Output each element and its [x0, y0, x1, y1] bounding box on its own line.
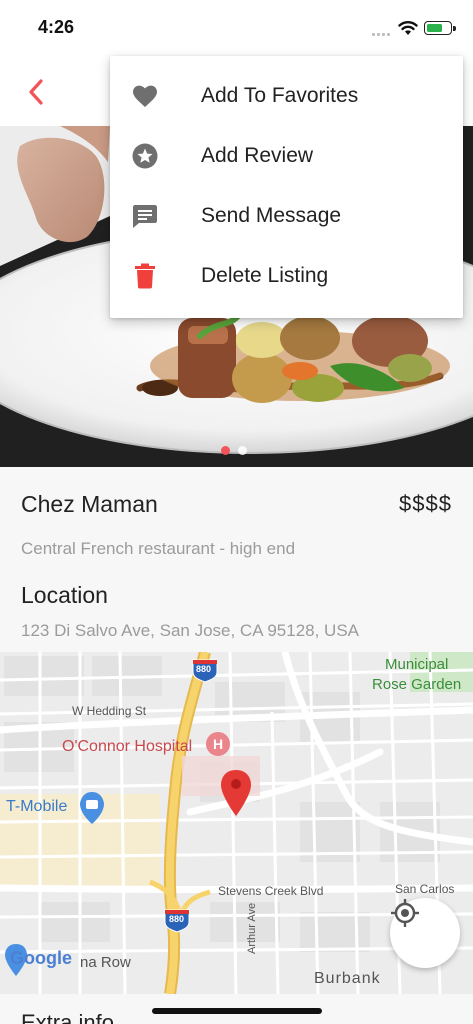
- svg-text:H: H: [213, 736, 223, 752]
- map-label-street: Stevens Creek Blvd: [218, 884, 324, 898]
- map-view[interactable]: H Municipal Rose Garden 880 W Hedding St…: [0, 652, 473, 994]
- menu-item-delete-listing[interactable]: Delete Listing: [110, 246, 463, 306]
- page-dot[interactable]: [238, 446, 247, 455]
- chevron-left-icon: [29, 79, 43, 105]
- map-label-street: San Carlos: [395, 882, 455, 896]
- menu-item-label: Send Message: [201, 204, 342, 227]
- message-icon: [132, 203, 158, 229]
- map-label-street: W Hedding St: [72, 704, 147, 718]
- map-label-tmobile: T-Mobile: [6, 798, 68, 815]
- signal-icon: [372, 30, 394, 36]
- menu-item-label: Add To Favorites: [201, 84, 359, 107]
- menu-item-add-review[interactable]: Add Review: [110, 126, 463, 186]
- menu-item-send-message[interactable]: Send Message: [110, 186, 463, 246]
- star-circle-icon: [132, 143, 158, 169]
- back-button[interactable]: [18, 74, 54, 110]
- map-label-hospital: O'Connor Hospital: [62, 738, 193, 755]
- my-location-button[interactable]: [390, 898, 460, 968]
- map-label-municipal: Municipal: [385, 656, 449, 673]
- map-label-neighborhood: Burbank: [314, 970, 381, 987]
- price-level: $$$$: [399, 491, 452, 516]
- heart-icon: [132, 83, 158, 109]
- listing-address: 123 Di Salvo Ave, San Jose, CA 95128, US…: [21, 621, 360, 640]
- map-label-street: Arthur Ave: [246, 902, 258, 954]
- google-logo: Google: [10, 948, 72, 968]
- wifi-icon: [398, 20, 418, 36]
- menu-item-label: Add Review: [201, 144, 314, 167]
- extra-info-heading: Extra info: [21, 1010, 114, 1024]
- map-label-highway: 880: [196, 664, 212, 674]
- battery-icon: [424, 21, 456, 35]
- map-label-highway: 880: [169, 914, 185, 924]
- listing-name: Chez Maman: [21, 491, 158, 517]
- status-bar: 4:26: [0, 0, 473, 56]
- page-dot-active[interactable]: [221, 446, 230, 455]
- listing-info: Chez Maman $$$$ Central French restauran…: [0, 467, 473, 652]
- trash-icon: [132, 263, 158, 289]
- status-time: 4:26: [38, 17, 75, 37]
- listing-description: Central French restaurant - high end: [21, 539, 296, 558]
- gallery-page-indicator: [221, 446, 247, 455]
- menu-item-label: Delete Listing: [201, 264, 329, 287]
- map-label-street: na Row: [80, 954, 131, 971]
- crosshair-icon: [391, 899, 419, 927]
- options-menu: Add To Favorites Add Review Send Message: [110, 56, 463, 318]
- location-heading: Location: [21, 582, 108, 608]
- menu-item-add-to-favorites[interactable]: Add To Favorites: [110, 66, 463, 126]
- map-label-rose-garden: Rose Garden: [372, 676, 462, 693]
- home-indicator[interactable]: [152, 1008, 322, 1014]
